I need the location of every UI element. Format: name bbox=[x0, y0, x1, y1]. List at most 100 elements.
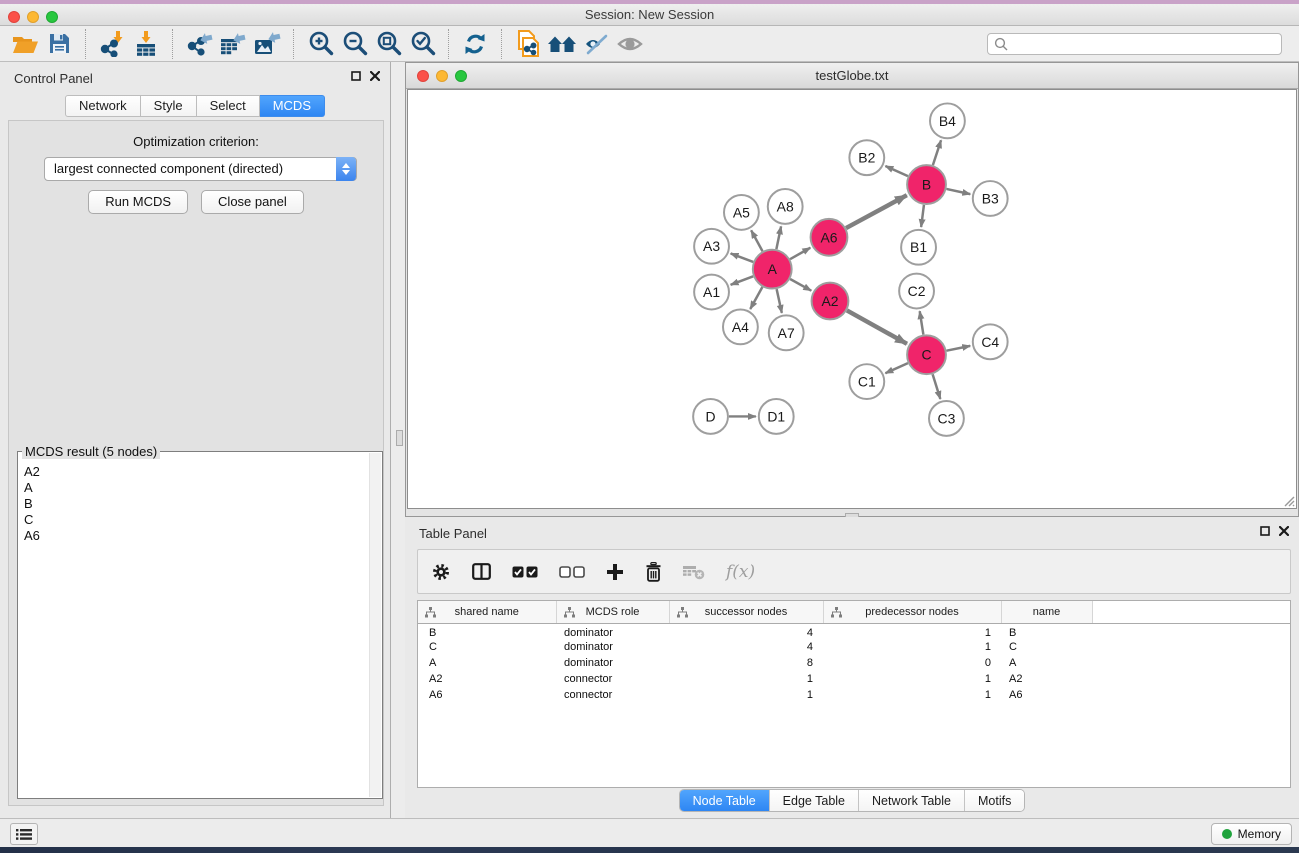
graph-edge-A6-B[interactable] bbox=[846, 195, 907, 228]
home-button[interactable] bbox=[545, 29, 579, 59]
network-window-titlebar[interactable]: testGlobe.txt bbox=[406, 63, 1298, 89]
graph-edge-B-B1[interactable] bbox=[921, 205, 924, 227]
graph-node-C2[interactable]: C2 bbox=[899, 274, 934, 309]
column-visibility-button[interactable] bbox=[472, 563, 491, 580]
search-field[interactable] bbox=[987, 33, 1282, 55]
graph-edge-C-C3[interactable] bbox=[933, 374, 941, 399]
graph-node-C3[interactable]: C3 bbox=[929, 401, 964, 436]
export-network-button[interactable] bbox=[182, 29, 216, 59]
memory-button[interactable]: Memory bbox=[1211, 823, 1292, 845]
graph-edge-C-C1[interactable] bbox=[885, 363, 908, 373]
open-session-button[interactable] bbox=[8, 29, 42, 59]
graph-edge-A-A3[interactable] bbox=[731, 253, 754, 261]
task-history-button[interactable] bbox=[10, 823, 38, 845]
session-titlebar[interactable]: Session: New Session bbox=[0, 4, 1299, 26]
network-canvas[interactable]: B4B2BB3A8A5A6A3B1AA1C2A2A4A7C4CC1C3DD1 bbox=[407, 89, 1297, 509]
column-header-name[interactable]: name bbox=[1001, 601, 1092, 623]
column-header-predecessor-nodes[interactable]: predecessor nodes bbox=[823, 601, 1001, 623]
graph-node-A2[interactable]: A2 bbox=[812, 283, 849, 320]
mcds-result-item[interactable]: C bbox=[24, 512, 369, 528]
graph-edge-A-A7[interactable] bbox=[777, 289, 782, 313]
mcds-result-item[interactable]: B bbox=[24, 496, 369, 512]
graph-node-C4[interactable]: C4 bbox=[973, 324, 1008, 359]
deselect-all-button[interactable] bbox=[559, 566, 585, 578]
graph-edge-B-B4[interactable] bbox=[933, 140, 941, 165]
graph-node-A6[interactable]: A6 bbox=[811, 219, 848, 256]
table-row[interactable]: A2connector11A2 bbox=[418, 671, 1290, 687]
graph-edge-A-A1[interactable] bbox=[731, 276, 754, 284]
graph-edge-A-A5[interactable] bbox=[751, 230, 762, 251]
tab-network-table[interactable]: Network Table bbox=[859, 790, 965, 811]
export-image-button[interactable] bbox=[250, 29, 284, 59]
node-table[interactable]: shared name MCDS role successor nodes pr… bbox=[417, 600, 1291, 788]
tab-motifs[interactable]: Motifs bbox=[965, 790, 1024, 811]
zoom-in-button[interactable] bbox=[303, 29, 337, 59]
search-input[interactable] bbox=[987, 33, 1282, 55]
close-table-panel-icon[interactable] bbox=[1279, 526, 1289, 536]
graph-edge-A-A2[interactable] bbox=[790, 279, 811, 291]
graph-node-B3[interactable]: B3 bbox=[973, 181, 1008, 216]
delete-table-button[interactable] bbox=[683, 563, 705, 580]
graph-edge-A2-C[interactable] bbox=[847, 310, 907, 343]
panel-splitter-handle[interactable] bbox=[396, 430, 403, 446]
graph-edge-A-A4[interactable] bbox=[750, 287, 762, 309]
duplicate-network-button[interactable] bbox=[511, 29, 545, 59]
zoom-selected-button[interactable] bbox=[405, 29, 439, 59]
import-network-button[interactable] bbox=[95, 29, 129, 59]
graph-node-A1[interactable]: A1 bbox=[694, 275, 729, 310]
graph-edge-B-B2[interactable] bbox=[885, 166, 908, 176]
mcds-result-item[interactable]: A6 bbox=[24, 528, 369, 544]
graph-edge-A-A8[interactable] bbox=[776, 226, 781, 249]
tab-mcds[interactable]: MCDS bbox=[260, 95, 325, 117]
mcds-result-item[interactable]: A2 bbox=[24, 464, 369, 480]
table-row[interactable]: Bdominator41B bbox=[418, 623, 1290, 639]
apply-function-button[interactable]: f(x) bbox=[726, 562, 755, 582]
table-row[interactable]: A6connector11A6 bbox=[418, 687, 1290, 703]
select-all-button[interactable] bbox=[512, 566, 538, 578]
refresh-button[interactable] bbox=[458, 29, 492, 59]
tab-edge-table[interactable]: Edge Table bbox=[770, 790, 859, 811]
close-panel-icon[interactable] bbox=[370, 71, 380, 81]
export-table-button[interactable] bbox=[216, 29, 250, 59]
show-panel-button[interactable] bbox=[613, 29, 647, 59]
resize-grip-icon[interactable] bbox=[1281, 493, 1295, 507]
float-table-panel-icon[interactable] bbox=[1260, 526, 1270, 536]
tab-node-table[interactable]: Node Table bbox=[680, 790, 770, 811]
graph-edge-A-A6[interactable] bbox=[790, 248, 810, 259]
save-session-button[interactable] bbox=[42, 29, 76, 59]
delete-column-button[interactable] bbox=[645, 562, 662, 582]
graph-node-B4[interactable]: B4 bbox=[930, 103, 965, 138]
float-panel-icon[interactable] bbox=[351, 71, 361, 81]
criterion-dropdown[interactable]: largest connected component (directed) bbox=[44, 157, 357, 181]
graph-node-B2[interactable]: B2 bbox=[849, 140, 884, 175]
tab-select[interactable]: Select bbox=[197, 95, 260, 117]
graph-node-A8[interactable]: A8 bbox=[768, 189, 803, 224]
graph-edge-C-C2[interactable] bbox=[920, 311, 924, 334]
mcds-result-scrollbar[interactable] bbox=[369, 453, 381, 797]
graph-edge-B-B3[interactable] bbox=[946, 189, 970, 194]
graph-node-B1[interactable]: B1 bbox=[901, 230, 936, 265]
graph-node-A4[interactable]: A4 bbox=[723, 309, 758, 344]
graph-node-A5[interactable]: A5 bbox=[724, 195, 759, 230]
table-row[interactable]: Cdominator41C bbox=[418, 639, 1290, 655]
graph-node-B[interactable]: B bbox=[907, 165, 946, 204]
graph-node-A3[interactable]: A3 bbox=[694, 229, 729, 264]
graph-node-D1[interactable]: D1 bbox=[759, 399, 794, 434]
graph-edge-C-C4[interactable] bbox=[947, 346, 971, 351]
column-header-mcds-role[interactable]: MCDS role bbox=[556, 601, 669, 623]
table-row[interactable]: Adominator80A bbox=[418, 655, 1290, 671]
graph-node-C[interactable]: C bbox=[907, 335, 946, 374]
zoom-out-button[interactable] bbox=[337, 29, 371, 59]
close-panel-button[interactable]: Close panel bbox=[201, 190, 304, 214]
tab-style[interactable]: Style bbox=[141, 95, 197, 117]
run-mcds-button[interactable]: Run MCDS bbox=[88, 190, 188, 214]
graph-node-A7[interactable]: A7 bbox=[769, 315, 804, 350]
table-settings-button[interactable] bbox=[431, 562, 451, 582]
column-header-successor-nodes[interactable]: successor nodes bbox=[669, 601, 823, 623]
column-header-shared-name[interactable]: shared name bbox=[418, 601, 556, 623]
graph-node-D[interactable]: D bbox=[693, 399, 728, 434]
mcds-result-item[interactable]: A bbox=[24, 480, 369, 496]
zoom-fit-button[interactable] bbox=[371, 29, 405, 59]
add-column-button[interactable] bbox=[606, 563, 624, 581]
import-table-button[interactable] bbox=[129, 29, 163, 59]
